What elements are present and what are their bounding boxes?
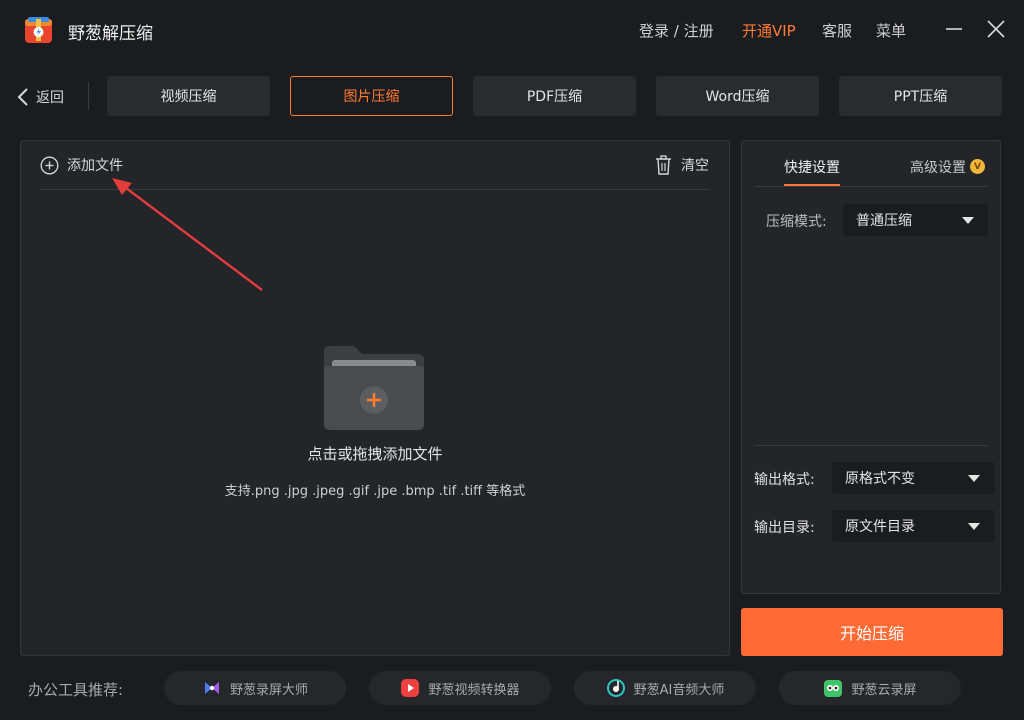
caret-down-icon: [968, 474, 980, 482]
output-format-select[interactable]: 原格式不变: [832, 462, 994, 494]
output-dir-value: 原文件目录: [845, 519, 915, 535]
back-label: 返回: [36, 90, 64, 106]
folder-add-icon[interactable]: [322, 344, 426, 430]
close-icon[interactable]: [985, 18, 1007, 40]
clear-button[interactable]: 清空: [654, 155, 709, 175]
back-button[interactable]: 返回: [16, 84, 64, 110]
tool-screen-recorder[interactable]: 野葱录屏大师: [164, 671, 346, 705]
supported-formats-text: 支持.png .jpg .jpeg .gif .jpe .bmp .tif .t…: [224, 484, 526, 499]
output-format-label: 输出格式:: [754, 472, 815, 488]
vip-badge-icon: V: [970, 159, 985, 174]
output-dir-label: 输出目录:: [754, 520, 815, 536]
title-bar: [0, 0, 1024, 60]
tool-cloud-recorder[interactable]: 野葱云录屏: [779, 671, 961, 705]
tab-pdf-compress[interactable]: PDF压缩: [473, 76, 636, 116]
tool-name: 野葱云录屏: [851, 682, 917, 698]
app-title: 野葱解压缩: [68, 24, 153, 44]
login-register-link[interactable]: 登录 / 注册: [639, 20, 714, 41]
tool-video-converter[interactable]: 野葱视频转换器: [369, 671, 551, 705]
annotation-arrow-icon: [112, 178, 263, 291]
chevron-left-icon: [17, 88, 28, 106]
tab-image-compress[interactable]: 图片压缩: [290, 76, 453, 116]
compress-mode-value: 普通压缩: [856, 213, 912, 229]
customer-service-link[interactable]: 客服: [822, 20, 852, 41]
tool-audio-master[interactable]: 野葱AI音频大师: [574, 671, 756, 705]
plus-circle-icon: [40, 156, 59, 174]
cloud-recorder-icon: [824, 680, 843, 697]
clear-label: 清空: [681, 158, 709, 174]
drop-zone-title[interactable]: 点击或拖拽添加文件: [220, 443, 530, 464]
tool-name: 野葱录屏大师: [229, 682, 308, 698]
active-tab-indicator: [784, 184, 840, 186]
nav-divider: [88, 82, 89, 110]
settings-tab-divider: [755, 186, 988, 187]
tab-quick-settings[interactable]: 快捷设置: [784, 157, 840, 177]
caret-down-icon: [962, 216, 974, 224]
caret-down-icon: [968, 522, 980, 530]
tab-word-compress[interactable]: Word压缩: [656, 76, 819, 116]
compress-mode-select[interactable]: 普通压缩: [843, 204, 988, 236]
tool-name: 野葱视频转换器: [428, 682, 520, 698]
start-compress-button[interactable]: 开始压缩: [741, 608, 1003, 656]
output-format-value: 原格式不变: [845, 471, 915, 487]
audio-master-icon: [606, 679, 625, 697]
trash-icon: [656, 155, 671, 175]
video-converter-icon: [401, 679, 420, 697]
tab-video-compress[interactable]: 视频压缩: [107, 76, 270, 116]
tab-ppt-compress[interactable]: PPT压缩: [839, 76, 1002, 116]
app-logo-icon: [25, 17, 52, 43]
settings-divider: [754, 445, 988, 446]
output-dir-select[interactable]: 原文件目录: [832, 510, 994, 542]
menu-link[interactable]: 菜单: [876, 20, 906, 41]
screen-recorder-icon: [204, 682, 219, 694]
compress-mode-label: 压缩模式:: [766, 214, 827, 230]
tool-name: 野葱AI音频大师: [633, 682, 725, 698]
minimize-icon[interactable]: [943, 18, 965, 40]
tools-recommend-label: 办公工具推荐:: [28, 681, 124, 699]
vip-link[interactable]: 开通VIP: [742, 20, 796, 41]
tab-advanced-settings[interactable]: 高级设置: [910, 157, 966, 177]
